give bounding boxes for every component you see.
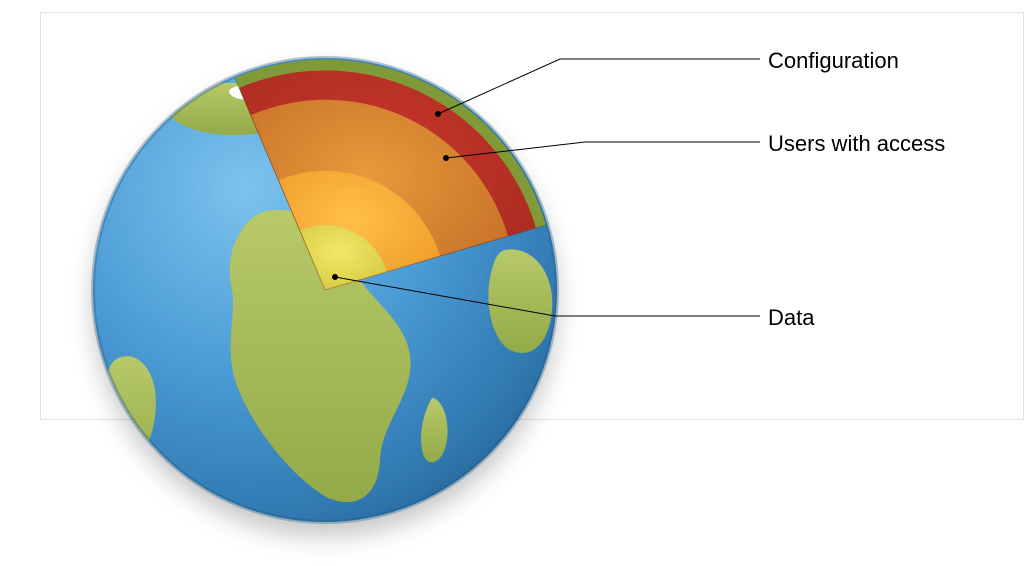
label-configuration: Configuration (768, 48, 899, 74)
label-data: Data (768, 305, 814, 331)
earth-layers-diagram (0, 0, 1024, 566)
label-users-with-access: Users with access (768, 131, 945, 157)
